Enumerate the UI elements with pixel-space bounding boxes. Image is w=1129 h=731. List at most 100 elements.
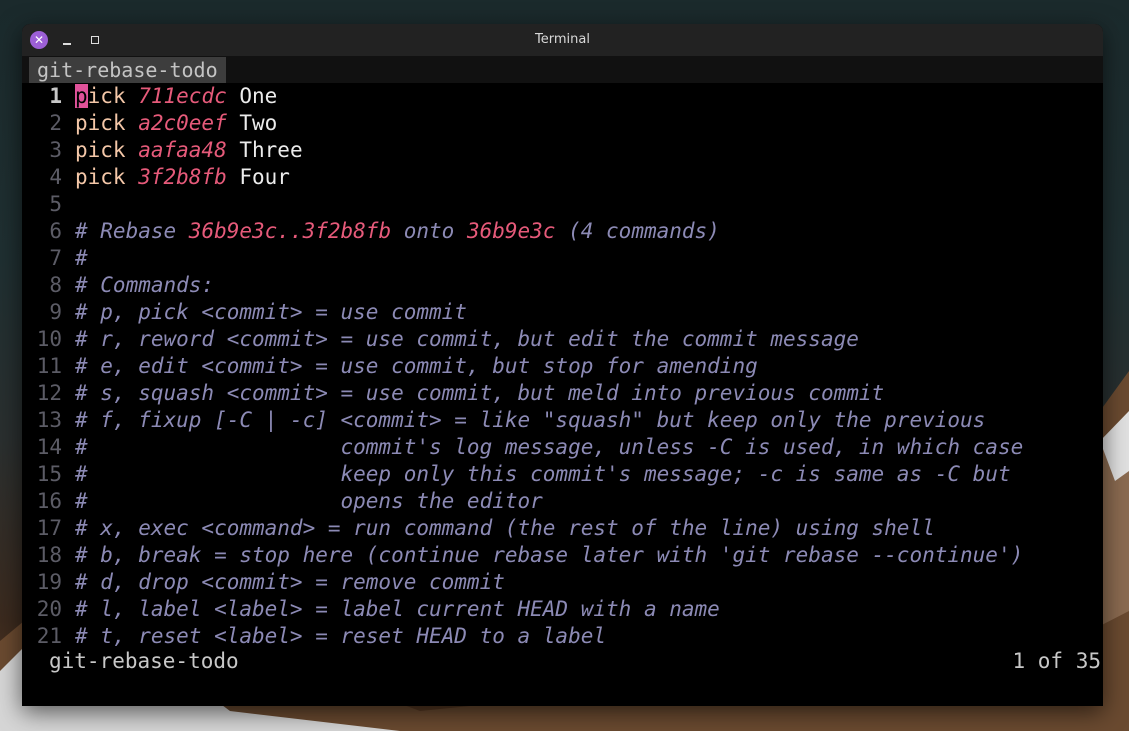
line-text: # s, squash <commit> = use commit, but m… — [75, 380, 1103, 407]
syntax-token: 711ecdc — [138, 84, 227, 108]
line-number: 19 — [36, 570, 62, 594]
syntax-token: # t, reset <label> = reset HEAD to a lab… — [75, 624, 607, 648]
editor-line[interactable]: 19 # d, drop <commit> = remove commit — [22, 569, 1103, 596]
line-number: 1 — [49, 84, 62, 108]
line-number: 20 — [36, 597, 62, 621]
syntax-token: pick — [75, 165, 139, 189]
editor-line[interactable]: 6 # Rebase 36b9e3c..3f2b8fb onto 36b9e3c … — [22, 218, 1103, 245]
syntax-token: Two — [226, 111, 278, 135]
line-number: 11 — [36, 354, 62, 378]
tabline: git-rebase-todo — [22, 57, 1103, 83]
editor-line[interactable]: 8 # Commands: — [22, 272, 1103, 299]
editor-line[interactable]: 11 # e, edit <commit> = use commit, but s… — [22, 353, 1103, 380]
editor-line[interactable]: 9 # p, pick <commit> = use commit — [22, 299, 1103, 326]
line-text: # opens the editor — [75, 488, 1103, 515]
editor-line[interactable]: 15 # keep only this commit's message; -c … — [22, 461, 1103, 488]
line-number: 13 — [36, 408, 62, 432]
syntax-token: # keep only this commit's message; -c is… — [75, 462, 1011, 486]
line-text: # r, reword <commit> = use commit, but e… — [75, 326, 1103, 353]
editor-line[interactable]: 4 pick 3f2b8fb Four — [22, 164, 1103, 191]
syntax-token: ick — [87, 84, 139, 108]
line-text: pick 3f2b8fb Four — [75, 164, 1103, 191]
status-filename: git-rebase-todo — [49, 649, 239, 673]
syntax-token: # x, exec <command> = run command (the r… — [75, 516, 935, 540]
line-number: 17 — [36, 516, 62, 540]
line-number: 9 — [49, 300, 62, 324]
line-number: 10 — [36, 327, 62, 351]
text-cursor: p — [75, 84, 88, 108]
syntax-token: a2c0eef — [138, 111, 227, 135]
line-text: # Commands: — [75, 272, 1103, 299]
editor-line[interactable]: 18 # b, break = stop here (continue rebas… — [22, 542, 1103, 569]
line-text: # x, exec <command> = run command (the r… — [75, 515, 1103, 542]
syntax-token: # — [75, 246, 88, 270]
editor-line[interactable]: 7 # — [22, 245, 1103, 272]
syntax-token: One — [226, 84, 278, 108]
line-text: # b, break = stop here (continue rebase … — [75, 542, 1103, 569]
line-number: 14 — [36, 435, 62, 459]
syntax-token: 3f2b8fb — [138, 165, 227, 189]
line-text: # — [75, 245, 1103, 272]
line-text — [75, 191, 1103, 218]
syntax-token: # Commands: — [75, 273, 215, 297]
line-text: pick 711ecdc One — [75, 83, 1103, 110]
line-text: # p, pick <commit> = use commit — [75, 299, 1103, 326]
syntax-token: # p, pick <commit> = use commit — [75, 300, 467, 324]
syntax-token: onto — [391, 219, 467, 243]
statusline: git-rebase-todo 1 of 35 — [22, 646, 1103, 676]
editor-line[interactable]: 2 pick a2c0eef Two — [22, 110, 1103, 137]
editor-line[interactable]: 1 pick 711ecdc One — [22, 83, 1103, 110]
syntax-token: # commit's log message, unless -C is use… — [75, 435, 1024, 459]
line-number: 3 — [49, 138, 62, 162]
line-number: 16 — [36, 489, 62, 513]
line-text: # keep only this commit's message; -c is… — [75, 461, 1103, 488]
editor-line[interactable]: 3 pick aafaa48 Three — [22, 137, 1103, 164]
syntax-token: Three — [226, 138, 303, 162]
editor-line[interactable]: 16 # opens the editor — [22, 488, 1103, 515]
line-number: 15 — [36, 462, 62, 486]
syntax-token: 36b9e3c — [466, 219, 556, 243]
syntax-token: pick — [75, 111, 139, 135]
editor-line[interactable]: 12 # s, squash <commit> = use commit, but… — [22, 380, 1103, 407]
syntax-token: 36b9e3c..3f2b8fb — [188, 219, 392, 243]
line-number: 7 — [49, 246, 62, 270]
syntax-token: # opens the editor — [75, 489, 543, 513]
status-position: 1 of 35 — [1012, 649, 1101, 673]
line-text: # f, fixup [-C | -c] <commit> = like "sq… — [75, 407, 1103, 434]
editor-line[interactable]: 5 — [22, 191, 1103, 218]
editor-buffer[interactable]: 1 pick 711ecdc One 2 pick a2c0eef Two 3 pick … — [22, 83, 1103, 650]
syntax-token: # r, reword <commit> = use commit, but e… — [75, 327, 859, 351]
syntax-token: # b, break = stop here (continue rebase … — [75, 543, 1024, 567]
line-number: 2 — [49, 111, 62, 135]
line-text: # Rebase 36b9e3c..3f2b8fb onto 36b9e3c (… — [75, 218, 1103, 245]
line-text: # commit's log message, unless -C is use… — [75, 434, 1103, 461]
syntax-token: # s, squash <commit> = use commit, but m… — [75, 381, 885, 405]
terminal-window: ✕ Terminal git-rebase-todo 1 pick 711ecdc… — [22, 24, 1103, 706]
line-number: 12 — [36, 381, 62, 405]
syntax-token: # f, fixup [-C | -c] <commit> = like "sq… — [75, 408, 986, 432]
syntax-token: Four — [226, 165, 290, 189]
line-number: 6 — [49, 219, 62, 243]
line-text: # e, edit <commit> = use commit, but sto… — [75, 353, 1103, 380]
editor-line[interactable]: 13 # f, fixup [-C | -c] <commit> = like "… — [22, 407, 1103, 434]
line-number: 8 — [49, 273, 62, 297]
line-number: 5 — [49, 192, 62, 216]
syntax-token: # d, drop <commit> = remove commit — [75, 570, 505, 594]
syntax-token: # e, edit <commit> = use commit, but sto… — [75, 354, 758, 378]
window-title: Terminal — [535, 32, 590, 47]
line-number: 18 — [36, 543, 62, 567]
syntax-token: # Rebase — [75, 219, 189, 243]
line-text: pick a2c0eef Two — [75, 110, 1103, 137]
editor-line[interactable]: 14 # commit's log message, unless -C is u… — [22, 434, 1103, 461]
buffer-tab[interactable]: git-rebase-todo — [29, 57, 226, 83]
line-text: pick aafaa48 Three — [75, 137, 1103, 164]
syntax-token: pick — [75, 138, 139, 162]
editor-line[interactable]: 10 # r, reword <commit> = use commit, but… — [22, 326, 1103, 353]
titlebar: ✕ Terminal — [22, 24, 1103, 57]
syntax-token: # l, label <label> = label current HEAD … — [75, 597, 720, 621]
line-text: # l, label <label> = label current HEAD … — [75, 596, 1103, 623]
line-text: # d, drop <commit> = remove commit — [75, 569, 1103, 596]
line-number: 4 — [49, 165, 62, 189]
editor-line[interactable]: 17 # x, exec <command> = run command (the… — [22, 515, 1103, 542]
editor-line[interactable]: 20 # l, label <label> = label current HEA… — [22, 596, 1103, 623]
